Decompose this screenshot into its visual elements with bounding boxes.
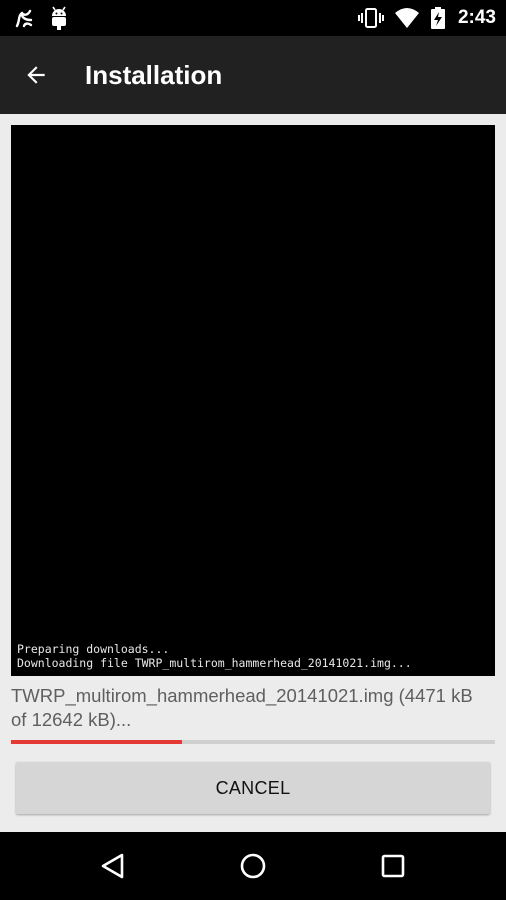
installation-content: Preparing downloads... Downloading file … bbox=[0, 114, 506, 832]
nav-back-icon bbox=[100, 852, 126, 880]
wifi-icon bbox=[394, 6, 420, 30]
status-left-icons bbox=[12, 6, 70, 30]
terminal-line: Preparing downloads... bbox=[17, 642, 170, 656]
terminal-log: Preparing downloads... Downloading file … bbox=[11, 125, 495, 676]
notification-icon bbox=[12, 6, 36, 30]
cancel-button[interactable]: CANCEL bbox=[16, 762, 490, 814]
android-debug-icon bbox=[48, 6, 70, 30]
nav-home-button[interactable] bbox=[231, 846, 275, 886]
progress-bar-fill bbox=[11, 740, 183, 744]
status-bar: 2:43 bbox=[0, 0, 506, 36]
terminal-line: Downloading file TWRP_multirom_hammerhea… bbox=[17, 656, 412, 670]
progress-bar bbox=[11, 740, 495, 744]
status-right-icons: 2:43 bbox=[357, 6, 496, 30]
nav-recents-icon bbox=[380, 853, 406, 879]
nav-back-button[interactable] bbox=[91, 846, 135, 886]
status-time: 2:43 bbox=[457, 7, 496, 28]
nav-recents-button[interactable] bbox=[371, 846, 415, 886]
download-progress-text: TWRP_multirom_hammerhead_20141021.img (4… bbox=[11, 685, 473, 730]
battery-charging-icon bbox=[430, 6, 446, 30]
page-title: Installation bbox=[85, 60, 223, 90]
nav-home-icon bbox=[239, 852, 267, 880]
vibrate-icon bbox=[357, 6, 384, 30]
back-button[interactable] bbox=[16, 55, 56, 95]
app-bar: Installation bbox=[0, 36, 506, 114]
arrow-left-icon bbox=[23, 62, 49, 88]
navigation-bar bbox=[0, 832, 506, 900]
